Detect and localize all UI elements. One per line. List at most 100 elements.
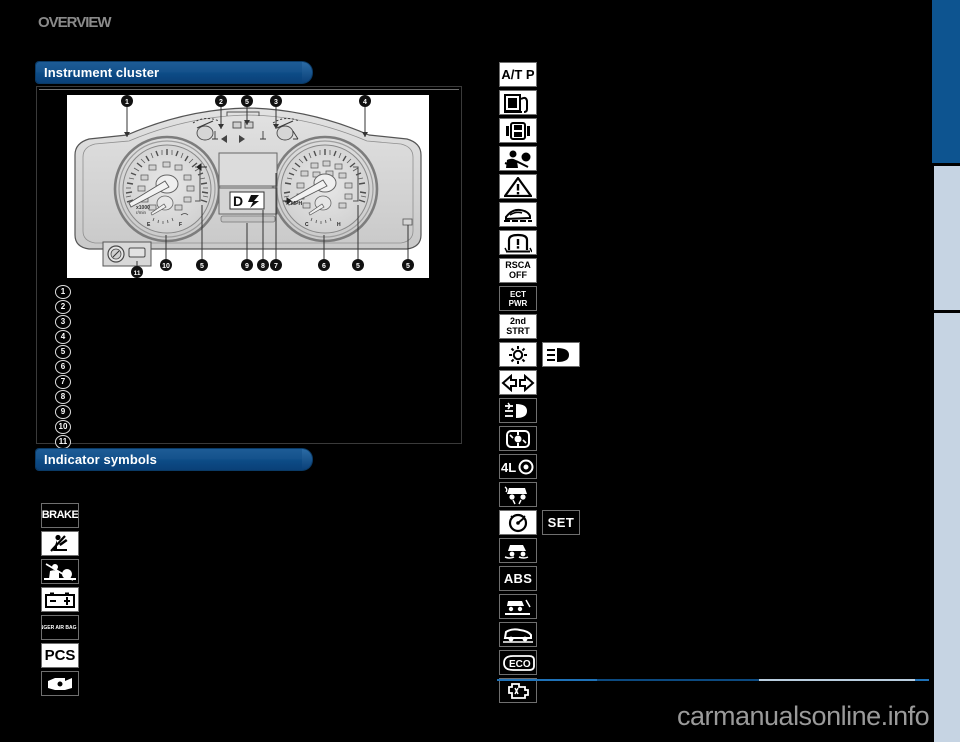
svg-text:9: 9 bbox=[245, 263, 249, 270]
list-item: 1 bbox=[55, 284, 76, 299]
callout-bullet: 1 bbox=[55, 284, 71, 299]
srs-side-airbag-icon bbox=[499, 146, 537, 171]
open-door-warning-icon bbox=[41, 671, 79, 696]
figure-callout-bottom: 11 10 5 9 8 7 6 5 5 bbox=[131, 259, 414, 278]
turn-signal-icon bbox=[499, 370, 537, 395]
svg-text:D: D bbox=[233, 193, 243, 209]
indicator-row bbox=[41, 671, 90, 696]
indicator-row: PCS bbox=[41, 643, 90, 668]
indicator-row bbox=[499, 482, 580, 507]
svg-text:11: 11 bbox=[134, 270, 141, 277]
indicator-row bbox=[41, 531, 90, 556]
svg-text:F: F bbox=[179, 222, 182, 228]
indicator-row: BRAKE bbox=[41, 503, 90, 528]
pcs-warning-icon: PCS bbox=[41, 643, 79, 668]
edge-tab-section-2[interactable] bbox=[934, 166, 960, 310]
tail-light-icon bbox=[499, 342, 537, 367]
callout-bullet: 7 bbox=[55, 374, 71, 389]
indicator-row bbox=[41, 559, 90, 584]
atp-indicator-icon: A/T P bbox=[499, 62, 537, 87]
center-diff-lock-icon bbox=[499, 426, 537, 451]
indicator-row bbox=[499, 538, 580, 563]
callout-bullet: 11 bbox=[55, 434, 71, 449]
svg-text:5: 5 bbox=[200, 263, 204, 270]
indicator-row: RSCA OFF bbox=[499, 258, 580, 283]
indicator-row: A/T P bbox=[499, 62, 580, 87]
indicator-row: SET bbox=[499, 510, 580, 535]
indicator-row: ECT PWR bbox=[499, 286, 580, 311]
indicator-row bbox=[499, 594, 580, 619]
indicator-row bbox=[499, 90, 580, 115]
indicator-row bbox=[499, 174, 580, 199]
svg-text:4: 4 bbox=[363, 99, 367, 106]
instrument-cluster-callout-list: 1 2 3 4 5 6 7 8 9 10 11 bbox=[55, 284, 76, 449]
section-title-instrument-cluster: Instrument cluster bbox=[44, 65, 160, 80]
callout-bullet: 3 bbox=[55, 314, 71, 329]
callout-bullet: 10 bbox=[55, 419, 71, 434]
page-running-head: OVERVIEW bbox=[38, 14, 112, 31]
srs-airbag-warning-icon bbox=[41, 559, 79, 584]
callout-bullet: 5 bbox=[55, 344, 71, 359]
callout-bullet: 6 bbox=[55, 359, 71, 374]
master-warning-icon bbox=[499, 174, 537, 199]
instrument-cluster-drawing: x1000 r/min E F MPH C H D 1 2 5 3 4 11 1… bbox=[74, 95, 422, 278]
footer-rule-mid bbox=[597, 679, 759, 681]
indicator-row: 4L bbox=[499, 454, 580, 479]
callout-bullet: 2 bbox=[55, 299, 71, 314]
section-header-indicator-symbols: Indicator symbols bbox=[36, 449, 312, 470]
slip-indicator-icon bbox=[499, 538, 537, 563]
vsc-trac-off-icon bbox=[499, 482, 537, 507]
list-item: 3 bbox=[55, 314, 76, 329]
callout-bullet: 9 bbox=[55, 404, 71, 419]
svg-text:1: 1 bbox=[125, 99, 129, 106]
abs-warning-icon: ABS bbox=[499, 566, 537, 591]
figure-top-rule bbox=[39, 89, 459, 90]
indicator-row bbox=[499, 426, 580, 451]
downhill-assist-icon bbox=[499, 594, 537, 619]
fog-light-icon bbox=[499, 398, 537, 423]
edge-tab-section-3[interactable] bbox=[934, 313, 960, 742]
low-washer-fluid-icon bbox=[499, 202, 537, 227]
list-item: 10 bbox=[55, 419, 76, 434]
indicator-symbols-right-column: A/T P RSCA OFF ECT PWR 2nd STRT 4L SET A… bbox=[499, 62, 580, 703]
svg-text:C: C bbox=[305, 222, 309, 228]
list-item: 7 bbox=[55, 374, 76, 389]
list-item: 6 bbox=[55, 359, 76, 374]
crawl-control-icon bbox=[499, 622, 537, 647]
svg-text:8: 8 bbox=[261, 263, 265, 270]
svg-text:3: 3 bbox=[274, 99, 278, 106]
svg-text:ECO: ECO bbox=[509, 659, 531, 670]
svg-text:5: 5 bbox=[406, 263, 410, 270]
svg-text:6: 6 bbox=[322, 263, 326, 270]
callout-bullet: 4 bbox=[55, 329, 71, 344]
list-item: 4 bbox=[55, 329, 76, 344]
svg-text:H: H bbox=[337, 222, 341, 228]
list-item: 5 bbox=[55, 344, 76, 359]
indicator-row bbox=[499, 398, 580, 423]
svg-text:2: 2 bbox=[219, 99, 223, 106]
cruise-set-icon: SET bbox=[542, 510, 580, 535]
svg-text:MPH: MPH bbox=[291, 201, 303, 207]
rsca-off-icon: RSCA OFF bbox=[499, 258, 537, 283]
edge-tab-section-1[interactable] bbox=[932, 0, 960, 163]
ect-pwr-icon: ECT PWR bbox=[499, 286, 537, 311]
instrument-cluster-illustration: x1000 r/min E F MPH C H D 1 2 5 3 4 11 1… bbox=[67, 95, 429, 278]
section-header-tail bbox=[302, 62, 312, 83]
section-title-indicator-symbols: Indicator symbols bbox=[44, 452, 157, 467]
indicator-row bbox=[499, 118, 580, 143]
section-header-instrument-cluster: Instrument cluster bbox=[36, 62, 312, 83]
footer-rule-end bbox=[915, 679, 929, 681]
brake-warning-icon: BRAKE bbox=[41, 503, 79, 528]
indicator-row bbox=[499, 202, 580, 227]
door-ajar-icon bbox=[499, 118, 537, 143]
instrument-cluster-figure-frame: x1000 r/min E F MPH C H D 1 2 5 3 4 11 1… bbox=[36, 86, 462, 449]
svg-text:7: 7 bbox=[274, 263, 278, 270]
indicator-row bbox=[499, 370, 580, 395]
svg-text:5: 5 bbox=[245, 99, 249, 106]
charging-system-battery-icon bbox=[41, 587, 79, 612]
manual-page: OVERVIEW Instrument cluster x1000 r/min … bbox=[0, 0, 960, 742]
indicator-row bbox=[499, 230, 580, 255]
section-header-tail bbox=[302, 449, 312, 470]
indicator-row: PASSENGER AIR BAG ON OFF bbox=[41, 615, 90, 640]
svg-text:4L: 4L bbox=[501, 460, 516, 475]
